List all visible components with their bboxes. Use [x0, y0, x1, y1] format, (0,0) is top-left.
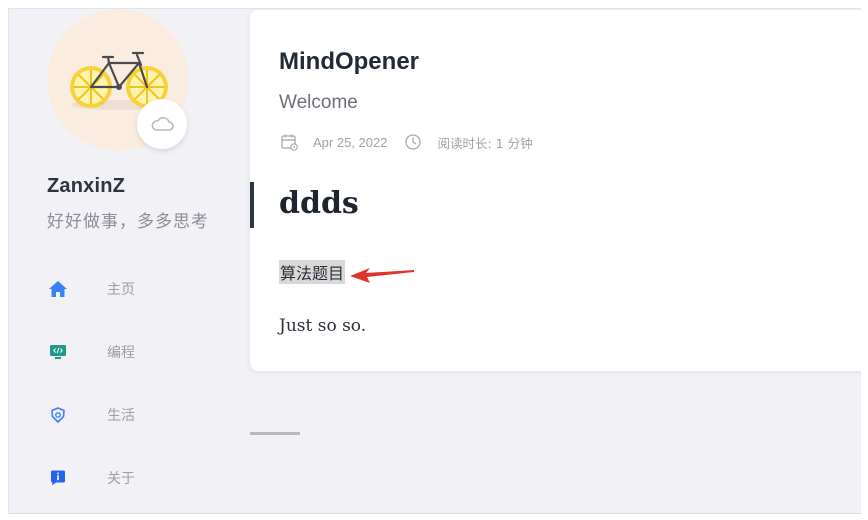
cloud-icon — [151, 117, 174, 131]
post-date: Apr 25, 2022 — [313, 134, 388, 150]
post-link[interactable]: 算法题目 — [279, 260, 346, 284]
sidebar-item-label: 关于 — [107, 471, 135, 487]
sidebar-item-label: 生活 — [107, 408, 135, 424]
sidebar-item-coding[interactable]: 编程 — [47, 339, 135, 365]
divider — [250, 432, 300, 435]
sidebar-item-label: 编程 — [107, 345, 135, 361]
cloud-badge[interactable] — [137, 99, 187, 149]
site-title[interactable]: MindOpener — [279, 48, 419, 76]
home-icon — [47, 278, 69, 300]
post-meta: Apr 25, 2022 阅读时长: 1 分钟 — [279, 132, 533, 152]
code-monitor-icon — [47, 341, 69, 363]
annotation-arrow-icon — [350, 268, 414, 283]
sidebar-item-label: 主页 — [107, 282, 135, 298]
sidebar-item-life[interactable]: 生活 — [47, 402, 135, 428]
app-frame: ZanxinZ 好好做事，多多思考 主页 编程 生活 关于 MindOpener… — [8, 8, 861, 514]
post-body: Just so so. — [279, 316, 367, 336]
info-icon — [47, 467, 69, 489]
heading-accent-bar — [250, 182, 254, 228]
lifebuoy-icon — [47, 404, 69, 426]
sidebar-item-about[interactable]: 关于 — [47, 465, 135, 491]
read-time: 阅读时长: 1 分钟 — [437, 135, 533, 151]
user-motto: 好好做事，多多思考 — [47, 212, 209, 232]
clock-icon — [403, 132, 423, 152]
post-card: MindOpener Welcome Apr 25, 2022 阅读时长: 1 … — [250, 10, 861, 371]
calendar-icon — [279, 132, 299, 152]
site-subtitle: Welcome — [279, 92, 358, 113]
sidebar-item-home[interactable]: 主页 — [47, 276, 135, 302]
user-name[interactable]: ZanxinZ — [47, 175, 125, 198]
post-heading: ddds — [279, 186, 359, 221]
